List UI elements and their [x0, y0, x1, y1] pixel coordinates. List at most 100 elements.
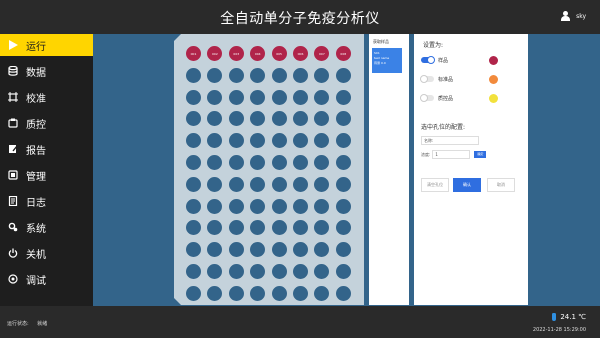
well[interactable]: [186, 177, 201, 192]
well[interactable]: [336, 111, 351, 126]
well[interactable]: [314, 199, 329, 214]
control-toggle[interactable]: [420, 94, 434, 102]
well[interactable]: [229, 264, 244, 279]
sidebar-item-shutdown[interactable]: 关机: [0, 242, 93, 264]
well[interactable]: [314, 264, 329, 279]
well[interactable]: [272, 177, 287, 192]
well[interactable]: [314, 155, 329, 170]
well[interactable]: [272, 68, 287, 83]
well[interactable]: [186, 68, 201, 83]
well[interactable]: [314, 68, 329, 83]
well[interactable]: [250, 133, 265, 148]
well[interactable]: [336, 177, 351, 192]
well[interactable]: [272, 111, 287, 126]
well[interactable]: 005: [272, 46, 287, 61]
well[interactable]: [207, 286, 222, 301]
well[interactable]: [293, 199, 308, 214]
well[interactable]: 002: [207, 46, 222, 61]
well[interactable]: [229, 242, 244, 257]
concentration-field[interactable]: 1: [432, 150, 471, 159]
well[interactable]: [314, 242, 329, 257]
well[interactable]: [272, 155, 287, 170]
well[interactable]: [250, 155, 265, 170]
sidebar-item-data[interactable]: 数据: [0, 60, 93, 82]
well[interactable]: [314, 286, 329, 301]
well[interactable]: [272, 264, 287, 279]
well[interactable]: [186, 199, 201, 214]
well[interactable]: [272, 90, 287, 105]
well[interactable]: [207, 133, 222, 148]
well[interactable]: [314, 90, 329, 105]
well[interactable]: [250, 90, 265, 105]
well[interactable]: 006: [293, 46, 308, 61]
well[interactable]: [293, 133, 308, 148]
well[interactable]: [336, 220, 351, 235]
well[interactable]: [272, 133, 287, 148]
well[interactable]: [250, 199, 265, 214]
well[interactable]: [229, 68, 244, 83]
well[interactable]: [314, 177, 329, 192]
well[interactable]: [207, 68, 222, 83]
well[interactable]: [250, 177, 265, 192]
name-field[interactable]: 名称:: [421, 136, 479, 145]
well[interactable]: [293, 155, 308, 170]
well[interactable]: [229, 111, 244, 126]
well[interactable]: [336, 242, 351, 257]
well[interactable]: [293, 177, 308, 192]
well[interactable]: [336, 90, 351, 105]
sidebar-item-report[interactable]: 报告: [0, 138, 93, 160]
well[interactable]: [272, 242, 287, 257]
well[interactable]: [336, 199, 351, 214]
well[interactable]: [207, 111, 222, 126]
well[interactable]: 003: [229, 46, 244, 61]
well[interactable]: [229, 155, 244, 170]
sidebar-item-quality-control[interactable]: 质控: [0, 112, 93, 134]
well[interactable]: [293, 286, 308, 301]
well[interactable]: [186, 242, 201, 257]
user-menu[interactable]: sky: [561, 11, 586, 21]
clear-wells-button[interactable]: 清空孔位: [421, 178, 449, 192]
well[interactable]: [336, 286, 351, 301]
well[interactable]: [186, 133, 201, 148]
well[interactable]: [272, 286, 287, 301]
well[interactable]: [207, 155, 222, 170]
well[interactable]: [207, 199, 222, 214]
well[interactable]: [293, 220, 308, 235]
well[interactable]: [250, 111, 265, 126]
well[interactable]: [229, 286, 244, 301]
well[interactable]: [229, 199, 244, 214]
sidebar-item-debug[interactable]: 调试: [0, 268, 93, 290]
well[interactable]: [336, 68, 351, 83]
cancel-button[interactable]: 取消: [487, 178, 515, 192]
well[interactable]: [336, 133, 351, 148]
well[interactable]: [250, 242, 265, 257]
sidebar-item-run[interactable]: 运行: [0, 34, 93, 56]
sidebar-item-log[interactable]: 日志: [0, 190, 93, 212]
well[interactable]: [186, 155, 201, 170]
well[interactable]: [293, 242, 308, 257]
well[interactable]: [229, 220, 244, 235]
well[interactable]: [314, 111, 329, 126]
well[interactable]: [229, 133, 244, 148]
confirm-button[interactable]: 确认: [453, 178, 481, 192]
well[interactable]: [207, 242, 222, 257]
well[interactable]: [293, 111, 308, 126]
well[interactable]: [207, 90, 222, 105]
well[interactable]: [186, 220, 201, 235]
well[interactable]: [314, 133, 329, 148]
sidebar-item-calibration[interactable]: 校准: [0, 86, 93, 108]
standard-toggle[interactable]: [420, 75, 434, 83]
sidebar-item-system[interactable]: 系统: [0, 216, 93, 238]
well[interactable]: [207, 220, 222, 235]
well[interactable]: [336, 155, 351, 170]
well[interactable]: [186, 111, 201, 126]
well[interactable]: [250, 264, 265, 279]
well[interactable]: [229, 177, 244, 192]
well[interactable]: 008: [336, 46, 351, 61]
well[interactable]: [250, 68, 265, 83]
sidebar-item-management[interactable]: 管理: [0, 164, 93, 186]
sample-toggle[interactable]: [421, 56, 435, 64]
well[interactable]: [293, 90, 308, 105]
well[interactable]: [314, 220, 329, 235]
concentration-confirm-button[interactable]: 确定: [474, 151, 487, 158]
